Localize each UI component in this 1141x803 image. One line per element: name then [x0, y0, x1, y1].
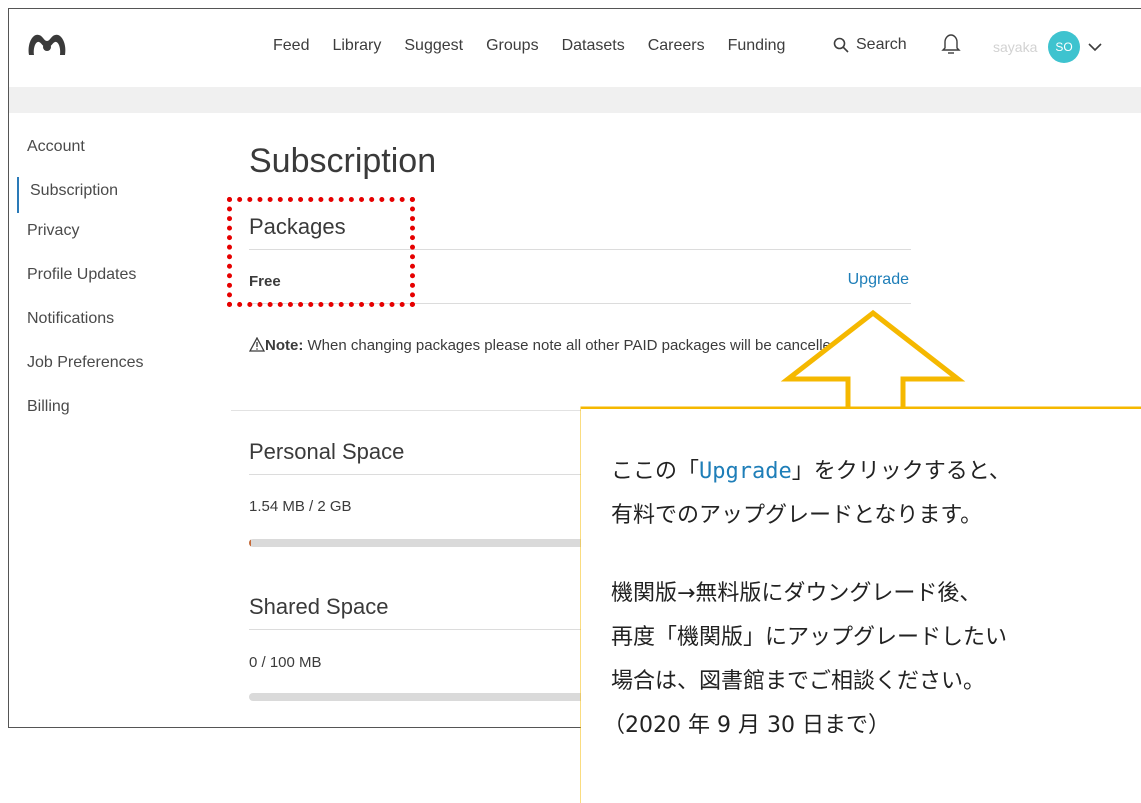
sidebar-item-notifications[interactable]: Notifications	[17, 309, 144, 353]
top-navigation: Feed Library Suggest Groups Datasets Car…	[9, 9, 1141, 87]
page-title: Subscription	[249, 142, 437, 180]
nav-library[interactable]: Library	[332, 37, 381, 55]
bell-icon[interactable]	[941, 33, 961, 60]
nav-groups[interactable]: Groups	[486, 37, 538, 55]
annotation-callout: ここの「Upgrade」をクリックすると、 有料でのアップグレードとなります。 …	[581, 409, 1141, 803]
callout-line-3: 機関版→無料版にダウングレード後、	[611, 581, 982, 606]
primary-nav: Feed Library Suggest Groups Datasets Car…	[273, 37, 808, 55]
sidebar-item-profile-updates[interactable]: Profile Updates	[17, 265, 144, 309]
callout-line-6: （2020 年 9 月 30 日まで）	[603, 713, 890, 738]
chevron-down-icon[interactable]	[1087, 39, 1103, 60]
shared-space-usage: 0 / 100 MB	[249, 654, 322, 671]
header-band	[9, 87, 1141, 113]
package-note: Note: When changing packages please note…	[248, 334, 869, 357]
warning-icon	[248, 336, 266, 352]
sidebar-item-billing[interactable]: Billing	[17, 397, 144, 441]
user-name[interactable]: sayaka	[993, 39, 1037, 55]
nav-funding[interactable]: Funding	[728, 37, 786, 55]
sidebar-item-account[interactable]: Account	[17, 137, 144, 181]
note-text: When changing packages please note all o…	[307, 337, 844, 354]
shared-space-heading: Shared Space	[249, 594, 389, 619]
callout-line-1: ここの「Upgrade」をクリックすると、	[611, 453, 1011, 491]
sidebar-item-subscription[interactable]: Subscription	[17, 177, 144, 213]
nav-feed[interactable]: Feed	[273, 37, 309, 55]
upgrade-link[interactable]: Upgrade	[848, 271, 909, 289]
sidebar-item-job-preferences[interactable]: Job Preferences	[17, 353, 144, 397]
callout-line-5: 場合は、図書館までご相談ください。	[611, 669, 986, 694]
highlight-box	[227, 197, 415, 307]
settings-sidebar: Account Subscription Privacy Profile Upd…	[17, 137, 144, 441]
avatar[interactable]: SO	[1048, 31, 1080, 63]
callout-line-2: 有料でのアップグレードとなります。	[611, 503, 983, 528]
personal-space-progress-fill	[249, 539, 251, 547]
note-label: Note:	[265, 337, 304, 354]
search-button[interactable]: Search	[833, 36, 907, 54]
nav-suggest[interactable]: Suggest	[404, 37, 463, 55]
callout-line-1-post: 」をクリックすると、	[791, 459, 1011, 484]
personal-space-heading: Personal Space	[249, 439, 405, 464]
callout-line-1-pre: ここの「	[611, 459, 700, 484]
nav-datasets[interactable]: Datasets	[562, 37, 625, 55]
callout-upgrade-word: Upgrade	[699, 459, 792, 484]
mendeley-logo-icon[interactable]	[25, 29, 69, 62]
sidebar-item-privacy[interactable]: Privacy	[17, 221, 144, 265]
search-icon	[833, 37, 849, 53]
search-label: Search	[856, 36, 907, 53]
callout-line-4: 再度「機関版」にアップグレードしたい	[611, 625, 1008, 650]
personal-space-usage: 1.54 MB / 2 GB	[249, 498, 352, 515]
nav-careers[interactable]: Careers	[648, 37, 705, 55]
